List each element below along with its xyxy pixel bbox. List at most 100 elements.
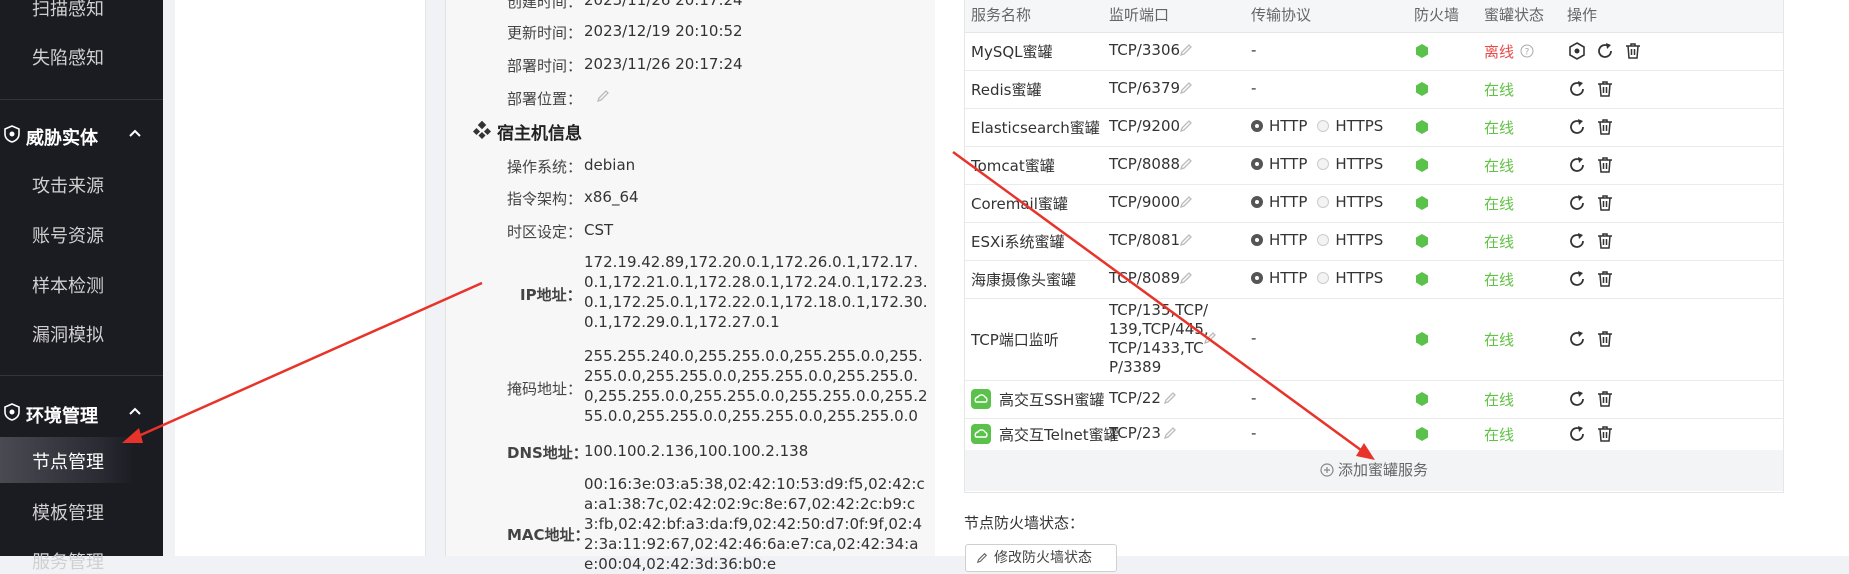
col-service-name: 服务名称 xyxy=(971,6,1032,24)
sidebar-divider xyxy=(0,375,163,376)
mask-value: 255.255.240.0,255.255.0.0,255.255.0.0,25… xyxy=(584,347,928,425)
timezone-label: 时区设定： xyxy=(507,223,583,241)
edit-port-icon[interactable] xyxy=(1179,81,1193,95)
restart-icon[interactable] xyxy=(1567,424,1587,444)
honeypot-status: 在线 xyxy=(1484,426,1515,444)
firewall-status-icon xyxy=(1416,234,1428,248)
delete-icon[interactable] xyxy=(1595,389,1615,409)
protocol-radio-http[interactable]: HTTP xyxy=(1251,231,1307,249)
protocol-radio-https[interactable]: HTTPS xyxy=(1317,155,1383,173)
service-port: TCP/6379 xyxy=(1109,79,1181,97)
protocol-radio-https[interactable]: HTTPS xyxy=(1317,193,1383,211)
service-name: 海康摄像头蜜罐 xyxy=(971,271,1077,289)
protocol-radio-http[interactable]: HTTP xyxy=(1251,193,1307,211)
delete-icon[interactable] xyxy=(1623,41,1643,61)
services-table: 服务名称 监听端口 传输协议 防火墙 蜜罐状态 操作 MySQL蜜罐 TCP/33… xyxy=(964,0,1784,493)
delete-icon[interactable] xyxy=(1595,79,1615,99)
protocol-radio-group[interactable]: HTTP HTTPS xyxy=(1251,231,1383,249)
restart-icon[interactable] xyxy=(1567,193,1587,213)
restart-icon[interactable] xyxy=(1595,41,1615,61)
edit-pencil-icon[interactable] xyxy=(596,89,610,103)
node-firewall-status-label: 节点防火墙状态： xyxy=(964,514,1085,532)
os-value: debian xyxy=(584,156,636,174)
delete-icon[interactable] xyxy=(1595,269,1615,289)
edit-port-icon[interactable] xyxy=(1203,331,1217,345)
service-port: TCP/8088 xyxy=(1109,155,1181,173)
delete-icon[interactable] xyxy=(1595,424,1615,444)
protocol-label: HTTP xyxy=(1269,193,1308,211)
sidebar-item-vuln-simulation[interactable]: 漏洞模拟 xyxy=(32,321,104,347)
edit-port-icon[interactable] xyxy=(1179,43,1193,57)
honeypot-status: 在线 xyxy=(1484,233,1515,251)
honeypot-status: 在线 xyxy=(1484,331,1515,349)
delete-icon[interactable] xyxy=(1595,329,1615,349)
table-row xyxy=(965,32,1783,71)
modify-firewall-button[interactable]: 修改防火墙状态 xyxy=(965,544,1117,572)
sidebar-divider xyxy=(0,99,163,100)
sidebar-item-scan-perception[interactable]: 扫描感知 xyxy=(32,0,104,21)
protocol-radio-https[interactable]: HTTPS xyxy=(1317,117,1383,135)
delete-icon[interactable] xyxy=(1595,231,1615,251)
sidebar-item-template-mgmt[interactable]: 模板管理 xyxy=(32,499,104,525)
add-honeypot-service-label: 添加蜜罐服务 xyxy=(1337,461,1428,479)
restart-icon[interactable] xyxy=(1567,389,1587,409)
protocol-radio-group[interactable]: HTTP HTTPS xyxy=(1251,193,1383,211)
protocol-label: HTTPS xyxy=(1335,231,1384,249)
protocol-radio-http[interactable]: HTTP xyxy=(1251,117,1307,135)
restart-icon[interactable] xyxy=(1567,79,1587,99)
protocol-radio-http[interactable]: HTTP xyxy=(1251,155,1307,173)
edit-port-icon[interactable] xyxy=(1163,426,1177,440)
arch-value: x86_64 xyxy=(584,188,639,206)
edit-port-icon[interactable] xyxy=(1179,195,1193,209)
add-honeypot-service-button[interactable]: 添加蜜罐服务 xyxy=(965,450,1783,491)
delete-icon[interactable] xyxy=(1595,117,1615,137)
restart-icon[interactable] xyxy=(1567,329,1587,349)
edit-port-icon[interactable] xyxy=(1179,119,1193,133)
protocol-radio-http[interactable]: HTTP xyxy=(1251,269,1307,287)
sidebar-item-node-mgmt[interactable]: 节点管理 xyxy=(32,448,104,474)
firewall-status-icon xyxy=(1416,82,1428,96)
protocol-value: - xyxy=(1251,389,1257,407)
protocol-radio-group[interactable]: HTTP HTTPS xyxy=(1251,269,1383,287)
protocol-radio-https[interactable]: HTTPS xyxy=(1317,269,1383,287)
restart-icon[interactable] xyxy=(1567,231,1587,251)
chevron-up-icon xyxy=(129,407,141,415)
firewall-status-icon xyxy=(1416,427,1428,441)
edit-port-icon[interactable] xyxy=(1179,233,1193,247)
sidebar-group-label: 环境管理 xyxy=(26,406,98,427)
col-firewall: 防火墙 xyxy=(1414,6,1460,24)
sidebar-item-service-mgmt[interactable]: 服务管理 xyxy=(32,548,104,574)
sidebar-item-account-resources[interactable]: 账号资源 xyxy=(32,222,104,248)
start-icon[interactable] xyxy=(1567,41,1587,61)
delete-icon[interactable] xyxy=(1595,193,1615,213)
mac-label: MAC地址： xyxy=(507,526,590,544)
service-port: TCP/3306 xyxy=(1109,41,1181,59)
left-panel xyxy=(175,0,426,556)
node-info-panel: 创建时间： 2023/11/26 20:17:24 更新时间： 2023/12/… xyxy=(445,0,936,573)
content-gap xyxy=(163,0,175,556)
updated-time-label: 更新时间： xyxy=(507,24,583,42)
protocol-radio-https[interactable]: HTTPS xyxy=(1317,231,1383,249)
deploy-location-label: 部署位置： xyxy=(507,90,583,108)
services-panel: 服务名称 监听端口 传输协议 防火墙 蜜罐状态 操作 MySQL蜜罐 TCP/33… xyxy=(935,0,1849,572)
sidebar-item-compromise-perception[interactable]: 失陷感知 xyxy=(32,44,104,70)
protocol-label: HTTP xyxy=(1269,269,1308,287)
mask-label: 掩码地址： xyxy=(507,380,583,398)
firewall-status-icon xyxy=(1416,120,1428,134)
edit-port-icon[interactable] xyxy=(1163,391,1177,405)
restart-icon[interactable] xyxy=(1567,117,1587,137)
restart-icon[interactable] xyxy=(1567,155,1587,175)
protocol-radio-group[interactable]: HTTP HTTPS xyxy=(1251,117,1383,135)
edit-port-icon[interactable] xyxy=(1179,157,1193,171)
help-icon[interactable]: ? xyxy=(1520,44,1534,58)
sidebar-item-attack-sources[interactable]: 攻击来源 xyxy=(32,172,104,198)
restart-icon[interactable] xyxy=(1567,269,1587,289)
protocol-value: - xyxy=(1251,41,1257,59)
service-name: Redis蜜罐 xyxy=(971,81,1042,99)
honeypot-status: 在线 xyxy=(1484,195,1515,213)
edit-port-icon[interactable] xyxy=(1179,271,1193,285)
updated-time-value: 2023/12/19 20:10:52 xyxy=(584,22,743,40)
sidebar-item-sample-detection[interactable]: 样本检测 xyxy=(32,272,104,298)
delete-icon[interactable] xyxy=(1595,155,1615,175)
protocol-radio-group[interactable]: HTTP HTTPS xyxy=(1251,155,1383,173)
